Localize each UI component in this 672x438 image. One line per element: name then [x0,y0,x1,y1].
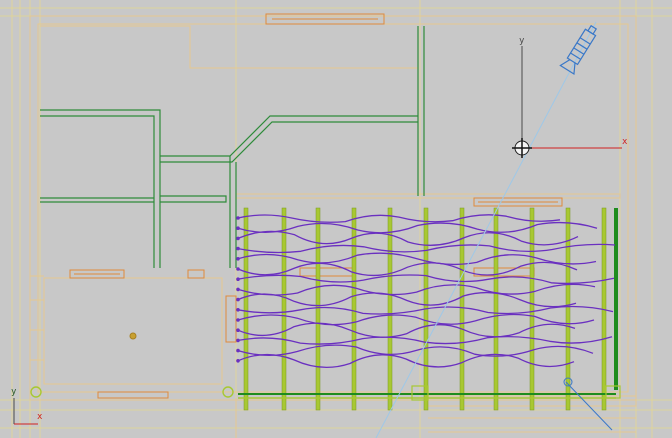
spline-vertex [236,338,240,343]
post[interactable] [315,207,321,411]
posts[interactable] [243,207,618,411]
spline-vertex [236,267,240,271]
spline-vertex [236,308,240,312]
gizmo-y-label: y [519,36,525,46]
post[interactable] [243,207,249,411]
purple-spline[interactable] [237,214,561,223]
post[interactable] [529,207,535,411]
purple-spline[interactable] [237,230,579,246]
post[interactable] [493,207,499,411]
purple-spline[interactable] [237,313,595,326]
post[interactable] [281,207,287,411]
gizmo-x-label: x [622,137,628,147]
world-axis-x-label: x [37,412,43,422]
spline-vertex [236,348,240,353]
spline-vertex [236,246,240,251]
spline-vertex [236,277,240,282]
post-end[interactable] [614,208,618,390]
spline-vertex [236,328,240,333]
spline-vertex [236,318,240,322]
light-ray [375,21,597,438]
world-axis-y-label: y [11,387,17,397]
transform-gizmo-icon[interactable] [512,46,622,158]
scene-canvas[interactable] [0,0,672,438]
camera-icon[interactable] [559,23,600,76]
purple-spline[interactable] [237,261,578,277]
purple-spline[interactable] [237,221,598,234]
purple-spline[interactable] [237,322,576,338]
spline-vertex [236,359,240,363]
spline-vertex [236,216,240,220]
spline-vertex [236,257,240,261]
purple-spline[interactable] [237,353,575,369]
spline-vertex [236,226,240,230]
post[interactable] [387,207,393,411]
spline-vertex [236,287,240,292]
world-axis-icon [13,398,38,425]
viewport-perspective[interactable]: y x y x [0,0,672,438]
spline-vertex [236,297,240,302]
floor-outline [29,15,637,438]
purple-spline[interactable] [237,283,596,296]
post[interactable] [565,207,571,411]
spline-vertex [236,236,240,241]
purple-spline[interactable] [237,344,594,357]
grid-lines [0,0,672,438]
